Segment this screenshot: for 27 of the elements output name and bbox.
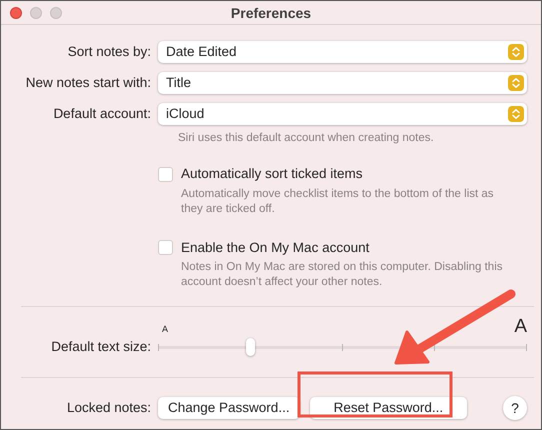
field-label: Default account:: [53, 104, 151, 123]
description-text: Notes in On My Mac are stored on this computer. Disabling this account doesn’t affect your other notes.: [180, 260, 504, 290]
stepper-icon: [508, 44, 524, 60]
hint-text: Siri uses this default account when creating notes.: [177, 131, 435, 146]
checkbox[interactable]: [158, 166, 173, 182]
zoom-button[interactable]: [50, 6, 62, 18]
window-title: Preferences: [230, 5, 312, 21]
help-button[interactable]: ?: [503, 396, 527, 420]
popup-button[interactable]: Date Edited: [158, 41, 527, 63]
popup-button[interactable]: iCloud: [158, 103, 527, 125]
stepper-icon: [508, 106, 524, 122]
stepper-icon: [508, 75, 524, 91]
large-a-label: A: [514, 316, 527, 337]
field-label: Locked notes:: [66, 398, 151, 417]
checkbox-label: Automatically sort ticked items: [181, 165, 363, 184]
close-button[interactable]: [10, 6, 22, 18]
field-label: New notes start with:: [26, 74, 151, 92]
password-button[interactable]: Change Password...: [158, 397, 300, 419]
checkbox[interactable]: [158, 240, 173, 256]
description-text: Automatically move checklist items to the bottom of the list as they are ticked off.: [180, 186, 495, 216]
minimize-button[interactable]: [30, 6, 42, 18]
field-label: Default text size:: [51, 338, 151, 356]
checkbox-label: Enable the On My Mac account: [181, 238, 370, 257]
field-label: Sort notes by:: [68, 42, 151, 61]
popup-button[interactable]: Title: [158, 72, 527, 94]
slider-thumb[interactable]: [246, 338, 256, 356]
small-a-label: A: [162, 323, 168, 336]
